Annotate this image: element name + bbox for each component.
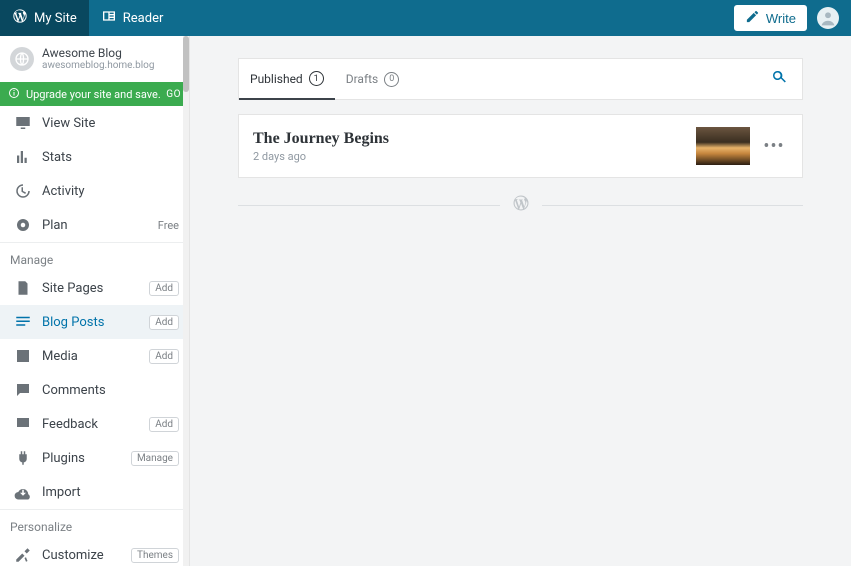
nav-media[interactable]: Media Add	[0, 339, 189, 373]
add-button-feedback[interactable]: Add	[149, 417, 179, 432]
stats-icon	[14, 148, 32, 166]
pages-icon	[14, 279, 32, 297]
nav-view-site[interactable]: View Site	[0, 106, 189, 140]
nav-feedback[interactable]: Feedback Add	[0, 407, 189, 441]
plan-badge: Free	[158, 219, 179, 232]
topbar: My Site Reader Write	[0, 0, 851, 36]
nav-stats[interactable]: Stats	[0, 140, 189, 174]
posts-icon	[14, 313, 32, 331]
themes-button[interactable]: Themes	[131, 548, 179, 563]
nav-posts-label: Blog Posts	[42, 315, 104, 330]
section-personalize: Personalize	[0, 510, 189, 538]
post-card[interactable]: The Journey Begins 2 days ago •••	[238, 114, 803, 178]
write-icon	[745, 9, 760, 27]
tab-published-label: Published	[250, 72, 303, 86]
write-button[interactable]: Write	[734, 5, 807, 31]
nav-media-label: Media	[42, 349, 78, 364]
upgrade-banner[interactable]: Upgrade your site and save. GO	[0, 82, 189, 106]
scrollbar-thumb[interactable]	[183, 36, 189, 92]
tab-drafts-count: 0	[384, 72, 399, 87]
tab-published-count: 1	[309, 71, 324, 86]
wordpress-icon	[12, 8, 28, 28]
nav-view-site-label: View Site	[42, 116, 95, 131]
nav-feedback-label: Feedback	[42, 417, 98, 432]
nav-plugins[interactable]: Plugins Manage	[0, 441, 189, 475]
section-manage: Manage	[0, 243, 189, 271]
user-avatar[interactable]	[817, 7, 839, 29]
activity-icon	[14, 182, 32, 200]
site-info: Awesome Blog awesomeblog.home.blog	[42, 46, 154, 72]
import-icon	[14, 483, 32, 501]
site-header[interactable]: Awesome Blog awesomeblog.home.blog	[0, 36, 189, 82]
add-button-media[interactable]: Add	[149, 349, 179, 364]
nav-pages-label: Site Pages	[42, 281, 103, 296]
nav-site-pages[interactable]: Site Pages Add	[0, 271, 189, 305]
post-thumbnail	[696, 127, 750, 165]
site-name: Awesome Blog	[42, 46, 154, 60]
wordpress-icon	[512, 194, 530, 216]
media-icon	[14, 347, 32, 365]
reader-icon	[101, 8, 117, 28]
nav-activity[interactable]: Activity	[0, 174, 189, 208]
scrollbar-track	[183, 36, 189, 566]
site-icon	[10, 47, 34, 71]
topbar-spacer	[175, 0, 734, 36]
nav-plugins-label: Plugins	[42, 451, 85, 466]
nav-customize-label: Customize	[42, 548, 104, 563]
tab-reader-label: Reader	[123, 11, 164, 26]
post-title: The Journey Begins	[253, 130, 696, 148]
tab-published[interactable]: Published 1	[239, 60, 335, 100]
info-icon	[8, 87, 20, 102]
nav-stats-label: Stats	[42, 150, 72, 165]
search-button[interactable]	[756, 68, 802, 90]
nav-comments-label: Comments	[42, 383, 106, 398]
comments-icon	[14, 381, 32, 399]
feedback-icon	[14, 415, 32, 433]
tab-my-site[interactable]: My Site	[0, 0, 89, 36]
upgrade-text: Upgrade your site and save.	[26, 88, 161, 101]
site-url: awesomeblog.home.blog	[42, 60, 154, 72]
tab-my-site-label: My Site	[34, 11, 77, 26]
tab-drafts-label: Drafts	[346, 72, 379, 86]
nav-customize[interactable]: Customize Themes	[0, 538, 189, 566]
add-button-posts[interactable]: Add	[149, 315, 179, 330]
write-button-label: Write	[766, 11, 796, 26]
content: Published 1 Drafts 0 The Journey Begins …	[190, 36, 851, 566]
post-tabs: Published 1 Drafts 0	[238, 58, 803, 100]
customize-icon	[14, 546, 32, 564]
plugins-icon	[14, 449, 32, 467]
manage-button-plugins[interactable]: Manage	[131, 451, 179, 466]
search-icon	[770, 68, 788, 86]
nav-plan[interactable]: Plan Free	[0, 208, 189, 242]
nav-blog-posts[interactable]: Blog Posts Add	[0, 305, 189, 339]
add-button-pages[interactable]: Add	[149, 281, 179, 296]
post-time: 2 days ago	[253, 150, 696, 163]
nav-plan-label: Plan	[42, 218, 68, 233]
tab-drafts[interactable]: Drafts 0	[335, 59, 411, 99]
nav-import-label: Import	[42, 485, 81, 500]
upgrade-go[interactable]: GO	[166, 89, 181, 100]
nav-comments[interactable]: Comments	[0, 373, 189, 407]
post-more-button[interactable]: •••	[760, 136, 788, 157]
sidebar: Awesome Blog awesomeblog.home.blog Upgra…	[0, 36, 190, 566]
nav-activity-label: Activity	[42, 184, 85, 199]
nav-import[interactable]: Import	[0, 475, 189, 509]
monitor-icon	[14, 114, 32, 132]
end-divider	[238, 194, 803, 216]
main: Awesome Blog awesomeblog.home.blog Upgra…	[0, 36, 851, 566]
plan-icon	[14, 216, 32, 234]
tab-reader[interactable]: Reader	[89, 0, 176, 36]
